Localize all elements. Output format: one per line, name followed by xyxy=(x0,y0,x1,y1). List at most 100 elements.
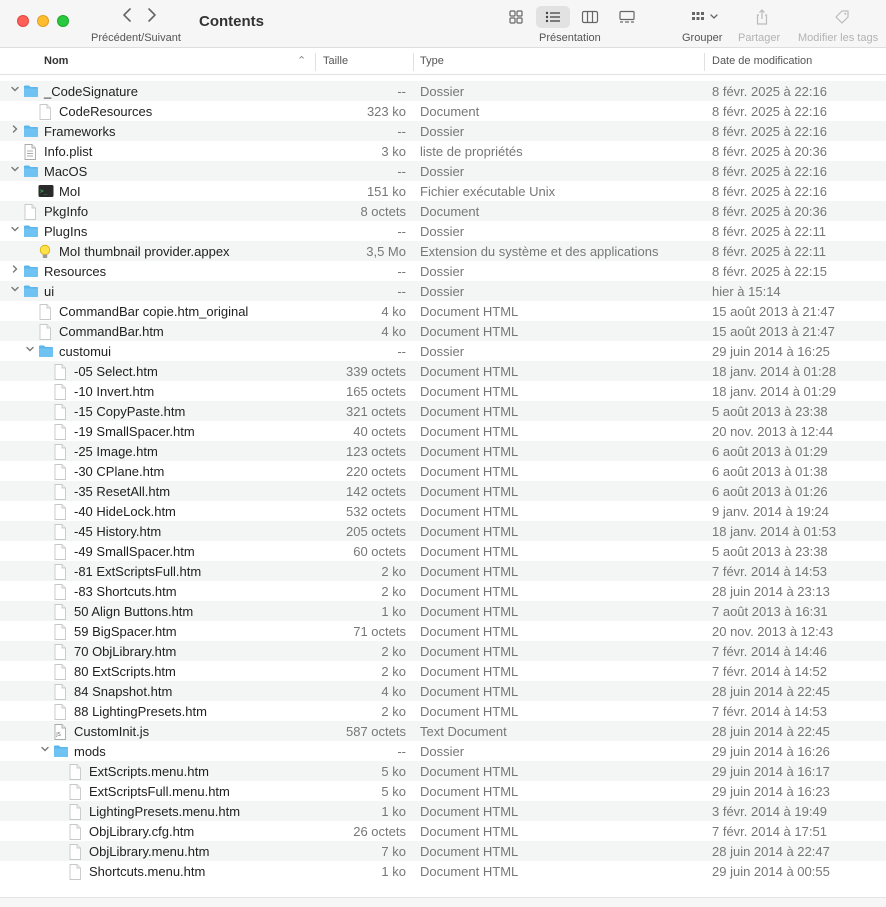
file-row[interactable]: -81 ExtScriptsFull.htm 2 ko Document HTML 7… xyxy=(0,561,886,581)
item-name: 70 ObjLibrary.htm xyxy=(74,644,177,659)
disclosure-open-icon[interactable] xyxy=(9,224,21,238)
file-row[interactable]: -49 SmallSpacer.htm 60 octets Document HTM… xyxy=(0,541,886,561)
minimize-window-button[interactable] xyxy=(37,15,49,27)
item-date: 7 févr. 2014 à 14:53 xyxy=(712,704,827,719)
disclosure-closed-icon[interactable] xyxy=(9,264,21,278)
toolbar: Précédent/Suivant Contents Présentation … xyxy=(0,0,886,48)
file-row[interactable]: 88 LightingPresets.htm 2 ko Document HTML 7… xyxy=(0,701,886,721)
file-row[interactable]: -40 HideLock.htm 532 octets Document HTML 9… xyxy=(0,501,886,521)
column-date[interactable]: Date de modification xyxy=(712,55,812,67)
share-button[interactable] xyxy=(752,6,772,28)
file-row[interactable]: -45 History.htm 205 octets Document HTML 18… xyxy=(0,521,886,541)
file-row[interactable]: PkgInfo 8 octets Document 8 févr. 2025 à 20… xyxy=(0,201,886,221)
item-type: Document HTML xyxy=(420,324,519,339)
file-row[interactable]: 59 BigSpacer.htm 71 octets Document HTML 20… xyxy=(0,621,886,641)
item-type: Document HTML xyxy=(420,304,519,319)
folder-icon xyxy=(38,344,54,358)
folder-row[interactable]: mods -- Dossier 29 juin 2014 à 16:26 xyxy=(0,741,886,761)
item-type: Document HTML xyxy=(420,364,519,379)
file-row[interactable]: 80 ExtScripts.htm 2 ko Document HTML 7 févr… xyxy=(0,661,886,681)
disclosure-open-icon[interactable] xyxy=(9,84,21,98)
file-row[interactable]: 70 ObjLibrary.htm 2 ko Document HTML 7 févr… xyxy=(0,641,886,661)
item-name: -35 ResetAll.htm xyxy=(74,484,171,499)
disclosure-open-icon[interactable] xyxy=(9,164,21,178)
file-row[interactable]: LightingPresets.menu.htm 1 ko Document HTM… xyxy=(0,801,886,821)
share-icon xyxy=(756,9,768,25)
item-name: CommandBar.htm xyxy=(59,324,164,339)
column-divider[interactable] xyxy=(315,53,316,71)
file-row[interactable]: -83 Shortcuts.htm 2 ko Document HTML 28 jui… xyxy=(0,581,886,601)
item-date: 8 févr. 2025 à 22:15 xyxy=(712,264,827,279)
item-type: Document HTML xyxy=(420,504,519,519)
folder-row[interactable]: customui -- Dossier 29 juin 2014 à 16:25 xyxy=(0,341,886,361)
item-name: Frameworks xyxy=(44,124,116,139)
file-row[interactable]: -10 Invert.htm 165 octets Document HTML 18 … xyxy=(0,381,886,401)
item-name: 84 Snapshot.htm xyxy=(74,684,173,699)
item-date: 20 nov. 2013 à 12:44 xyxy=(712,424,834,439)
icon-view-button[interactable] xyxy=(499,6,533,28)
file-row[interactable]: -19 SmallSpacer.htm 40 octets Document HTM… xyxy=(0,421,886,441)
item-date: 8 févr. 2025 à 22:16 xyxy=(712,124,827,139)
file-row[interactable]: -25 Image.htm 123 octets Document HTML 6 ao… xyxy=(0,441,886,461)
folder-row[interactable]: _CodeSignature -- Dossier 8 févr. 2025 à 22… xyxy=(0,81,886,101)
file-row[interactable]: ObjLibrary.menu.htm 7 ko Document HTML 28 j… xyxy=(0,841,886,861)
file-row[interactable]: -35 ResetAll.htm 142 octets Document HTML 6… xyxy=(0,481,886,501)
document-icon xyxy=(53,564,69,580)
folder-row[interactable]: Frameworks -- Dossier 8 févr. 2025 à 22:16 xyxy=(0,121,886,141)
zoom-window-button[interactable] xyxy=(57,15,69,27)
item-type: Document HTML xyxy=(420,704,519,719)
file-row[interactable]: Shortcuts.menu.htm 1 ko Document HTML 29 ju… xyxy=(0,861,886,881)
file-row[interactable]: CommandBar.htm 4 ko Document HTML 15 août 2… xyxy=(0,321,886,341)
file-row[interactable]: 84 Snapshot.htm 4 ko Document HTML 28 juin … xyxy=(0,681,886,701)
file-row[interactable]: Info.plist 3 ko liste de propriétés 8 févr.… xyxy=(0,141,886,161)
tag-icon xyxy=(835,10,849,24)
column-type[interactable]: Type xyxy=(420,55,444,67)
group-button[interactable] xyxy=(688,6,722,28)
file-row[interactable]: ExtScripts.menu.htm 5 ko Document HTML 29 j… xyxy=(0,761,886,781)
item-date: 8 févr. 2025 à 22:16 xyxy=(712,104,827,119)
folder-row[interactable]: PlugIns -- Dossier 8 févr. 2025 à 22:11 xyxy=(0,221,886,241)
item-date: 8 févr. 2025 à 22:11 xyxy=(712,224,826,239)
back-forward-label: Précédent/Suivant xyxy=(91,32,181,44)
edit-tags-button[interactable] xyxy=(832,6,852,28)
item-date: hier à 15:14 xyxy=(712,284,781,299)
disclosure-closed-icon[interactable] xyxy=(9,124,21,138)
column-name[interactable]: Nom xyxy=(44,55,68,67)
back-button[interactable] xyxy=(116,6,138,28)
item-name: -30 CPlane.htm xyxy=(74,464,165,479)
sort-ascending-icon: ⌃ xyxy=(297,55,307,67)
file-row[interactable]: ObjLibrary.cfg.htm 26 octets Document HTML… xyxy=(0,821,886,841)
file-row[interactable]: CommandBar copie.htm_original 4 ko Documen… xyxy=(0,301,886,321)
file-row[interactable]: MoI thumbnail provider.appex 3,5 Mo Extens… xyxy=(0,241,886,261)
file-row[interactable]: ExtScriptsFull.menu.htm 5 ko Document HTML… xyxy=(0,781,886,801)
item-name: MacOS xyxy=(44,164,88,179)
item-name: Resources xyxy=(44,264,107,279)
item-name: 80 ExtScripts.htm xyxy=(74,664,176,679)
file-row[interactable]: -30 CPlane.htm 220 octets Document HTML 6 a… xyxy=(0,461,886,481)
forward-button[interactable] xyxy=(141,6,163,28)
disclosure-open-icon[interactable] xyxy=(39,744,51,758)
item-date: 8 févr. 2025 à 22:16 xyxy=(712,164,827,179)
item-date: 8 févr. 2025 à 22:11 xyxy=(712,244,826,259)
item-size: 220 octets xyxy=(346,464,406,479)
file-row[interactable]: 50 Align Buttons.htm 1 ko Document HTML 7 a… xyxy=(0,601,886,621)
file-row[interactable]: -15 CopyPaste.htm 321 octets Document HTML… xyxy=(0,401,886,421)
folder-row[interactable]: MacOS -- Dossier 8 févr. 2025 à 22:16 xyxy=(0,161,886,181)
item-date: 8 févr. 2025 à 22:16 xyxy=(712,184,827,199)
folder-row[interactable]: Resources -- Dossier 8 févr. 2025 à 22:15 xyxy=(0,261,886,281)
column-size[interactable]: Taille xyxy=(323,55,348,67)
list-view-button[interactable] xyxy=(536,6,570,28)
column-divider[interactable] xyxy=(413,53,414,71)
file-row[interactable]: -05 Select.htm 339 octets Document HTML 18 … xyxy=(0,361,886,381)
file-row[interactable]: CodeResources 323 ko Document 8 févr. 2025 … xyxy=(0,101,886,121)
disclosure-open-icon[interactable] xyxy=(9,284,21,298)
gallery-view-button[interactable] xyxy=(610,6,644,28)
column-view-button[interactable] xyxy=(573,6,607,28)
folder-row[interactable]: ui -- Dossier hier à 15:14 xyxy=(0,281,886,301)
disclosure-open-icon[interactable] xyxy=(24,344,36,358)
column-divider[interactable] xyxy=(704,53,705,71)
file-row[interactable]: JS CustomInit.js 587 octets Text Document 28… xyxy=(0,721,886,741)
close-window-button[interactable] xyxy=(17,15,29,27)
file-row[interactable]: >_ MoI 151 ko Fichier exécutable Unix 8 févr… xyxy=(0,181,886,201)
status-bar xyxy=(0,897,886,907)
